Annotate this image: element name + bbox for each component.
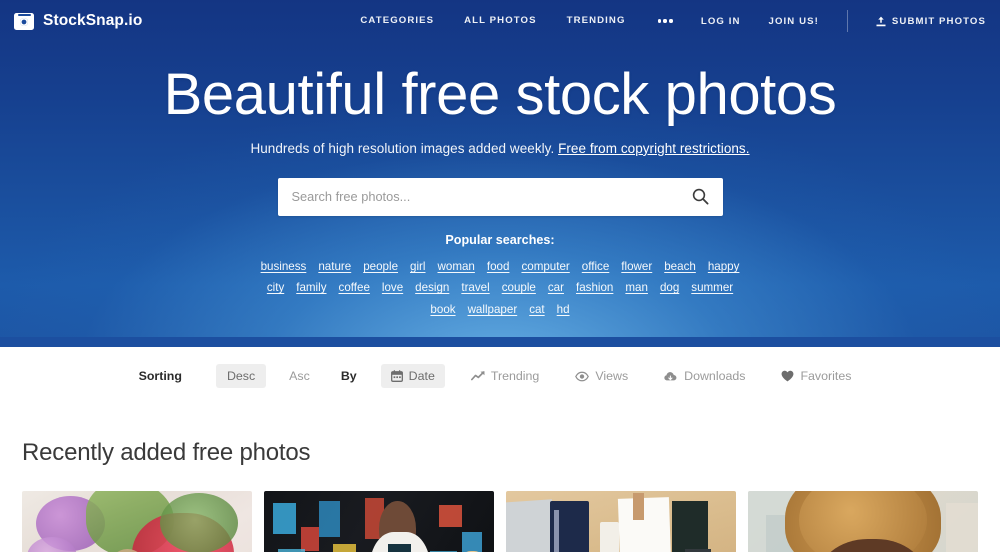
tag-cat[interactable]: cat <box>529 299 544 321</box>
nav-item-log-in[interactable]: LOG IN <box>701 16 741 27</box>
sort-by-trending-label: Trending <box>490 369 540 383</box>
hero-content: Beautiful free stock photos Hundreds of … <box>0 42 1000 320</box>
eye-icon <box>575 371 590 381</box>
tag-man[interactable]: man <box>625 277 648 299</box>
tag-girl[interactable]: girl <box>410 256 425 278</box>
brand-name: StockSnap.io <box>43 12 143 29</box>
brand-logo[interactable]: StockSnap.io <box>14 12 142 30</box>
recently-added-heading: Recently added free photos <box>22 439 311 466</box>
tag-beach[interactable]: beach <box>664 256 696 278</box>
nav-item-trending[interactable]: TRENDING <box>567 15 626 26</box>
stocksnap-homepage: StockSnap.io CATEGORIES ALL PHOTOS TREND… <box>0 0 1000 552</box>
search-input[interactable] <box>277 178 679 215</box>
tag-love[interactable]: love <box>382 277 403 299</box>
sort-order-desc[interactable]: Desc <box>215 364 267 388</box>
photo-card-3[interactable] <box>506 491 736 552</box>
popular-searches-tags: business nature people girl woman food c… <box>0 256 1000 321</box>
popular-tags-row-1: business nature people girl woman food c… <box>255 256 745 278</box>
photo-grid <box>0 491 1000 552</box>
tag-people[interactable]: people <box>363 256 398 278</box>
sort-by-label: By <box>340 369 357 383</box>
search-button[interactable] <box>679 179 723 215</box>
sorting-toolbar: Sorting Desc Asc By Date Trending Views … <box>0 347 1000 405</box>
sort-by-views-label: Views <box>595 369 629 383</box>
ellipsis-icon[interactable] <box>656 15 675 26</box>
tag-fashion[interactable]: fashion <box>576 277 613 299</box>
nav-divider <box>846 10 848 32</box>
copyright-link[interactable]: Free from copyright restrictions. <box>558 141 749 156</box>
nav-item-categories[interactable]: CATEGORIES <box>360 15 434 26</box>
page-title: Beautiful free stock photos <box>163 62 837 127</box>
tag-computer[interactable]: computer <box>521 256 569 278</box>
sort-order-asc[interactable]: Asc <box>278 364 321 388</box>
tag-woman[interactable]: woman <box>438 256 475 278</box>
heart-icon <box>782 370 794 382</box>
submit-photos-button[interactable]: SUBMIT PHOTOS <box>876 16 986 27</box>
sort-by-date-label: Date <box>408 369 435 383</box>
tag-dog[interactable]: dog <box>660 277 679 299</box>
nav-item-all-photos[interactable]: ALL PHOTOS <box>464 15 536 26</box>
sort-by-trending[interactable]: Trending <box>461 364 549 388</box>
tag-travel[interactable]: travel <box>461 277 489 299</box>
sort-by-favorites[interactable]: Favorites <box>771 364 861 388</box>
tag-flower[interactable]: flower <box>621 256 652 278</box>
photo-card-4[interactable] <box>748 491 978 552</box>
sorting-label: Sorting <box>138 369 182 383</box>
hero-subtitle-text: Hundreds of high resolution images added… <box>250 140 559 156</box>
sort-by-date[interactable]: Date <box>380 364 445 388</box>
sort-by-views[interactable]: Views <box>565 364 638 388</box>
tag-summer[interactable]: summer <box>691 277 733 299</box>
photo-card-2[interactable] <box>264 491 494 552</box>
hero-section: StockSnap.io CATEGORIES ALL PHOTOS TREND… <box>0 0 1000 347</box>
tag-wallpaper[interactable]: wallpaper <box>468 299 518 321</box>
account-nav-links: LOG IN JOIN US! SUBMIT PHOTOS <box>701 10 986 32</box>
tag-food[interactable]: food <box>487 256 510 278</box>
upload-icon <box>876 16 886 26</box>
sort-by-favorites-label: Favorites <box>800 369 852 383</box>
hero-subtitle: Hundreds of high resolution images added… <box>0 141 1000 156</box>
popular-tags-row-3: book wallpaper cat hd <box>255 299 745 321</box>
primary-nav-links: CATEGORIES ALL PHOTOS TRENDING <box>360 15 674 26</box>
nav-item-join-us[interactable]: JOIN US! <box>769 16 819 27</box>
tag-city[interactable]: city <box>267 277 284 299</box>
sort-by-downloads-label: Downloads <box>684 369 746 383</box>
search-icon <box>692 189 709 205</box>
calendar-icon <box>390 370 403 382</box>
tag-happy[interactable]: happy <box>708 256 740 278</box>
search-bar <box>277 177 723 216</box>
tag-book[interactable]: book <box>430 299 455 321</box>
tag-coffee[interactable]: coffee <box>339 277 370 299</box>
popular-searches-title: Popular searches: <box>445 232 555 247</box>
tag-design[interactable]: design <box>415 277 449 299</box>
tag-business[interactable]: business <box>261 256 307 278</box>
tag-office[interactable]: office <box>582 256 610 278</box>
tag-couple[interactable]: couple <box>502 277 536 299</box>
tag-car[interactable]: car <box>548 277 564 299</box>
popular-tags-row-2: city family coffee love design travel co… <box>255 277 745 299</box>
tag-nature[interactable]: nature <box>318 256 351 278</box>
sort-by-downloads[interactable]: Downloads <box>654 364 755 388</box>
camera-icon <box>14 12 34 30</box>
tag-family[interactable]: family <box>296 277 326 299</box>
cloud-download-icon <box>664 371 677 380</box>
trending-icon <box>470 371 485 381</box>
tag-hd[interactable]: hd <box>557 299 570 321</box>
photo-card-1[interactable] <box>22 491 252 552</box>
submit-photos-label: SUBMIT PHOTOS <box>891 15 986 27</box>
top-navigation-bar: StockSnap.io CATEGORIES ALL PHOTOS TREND… <box>0 0 1000 42</box>
